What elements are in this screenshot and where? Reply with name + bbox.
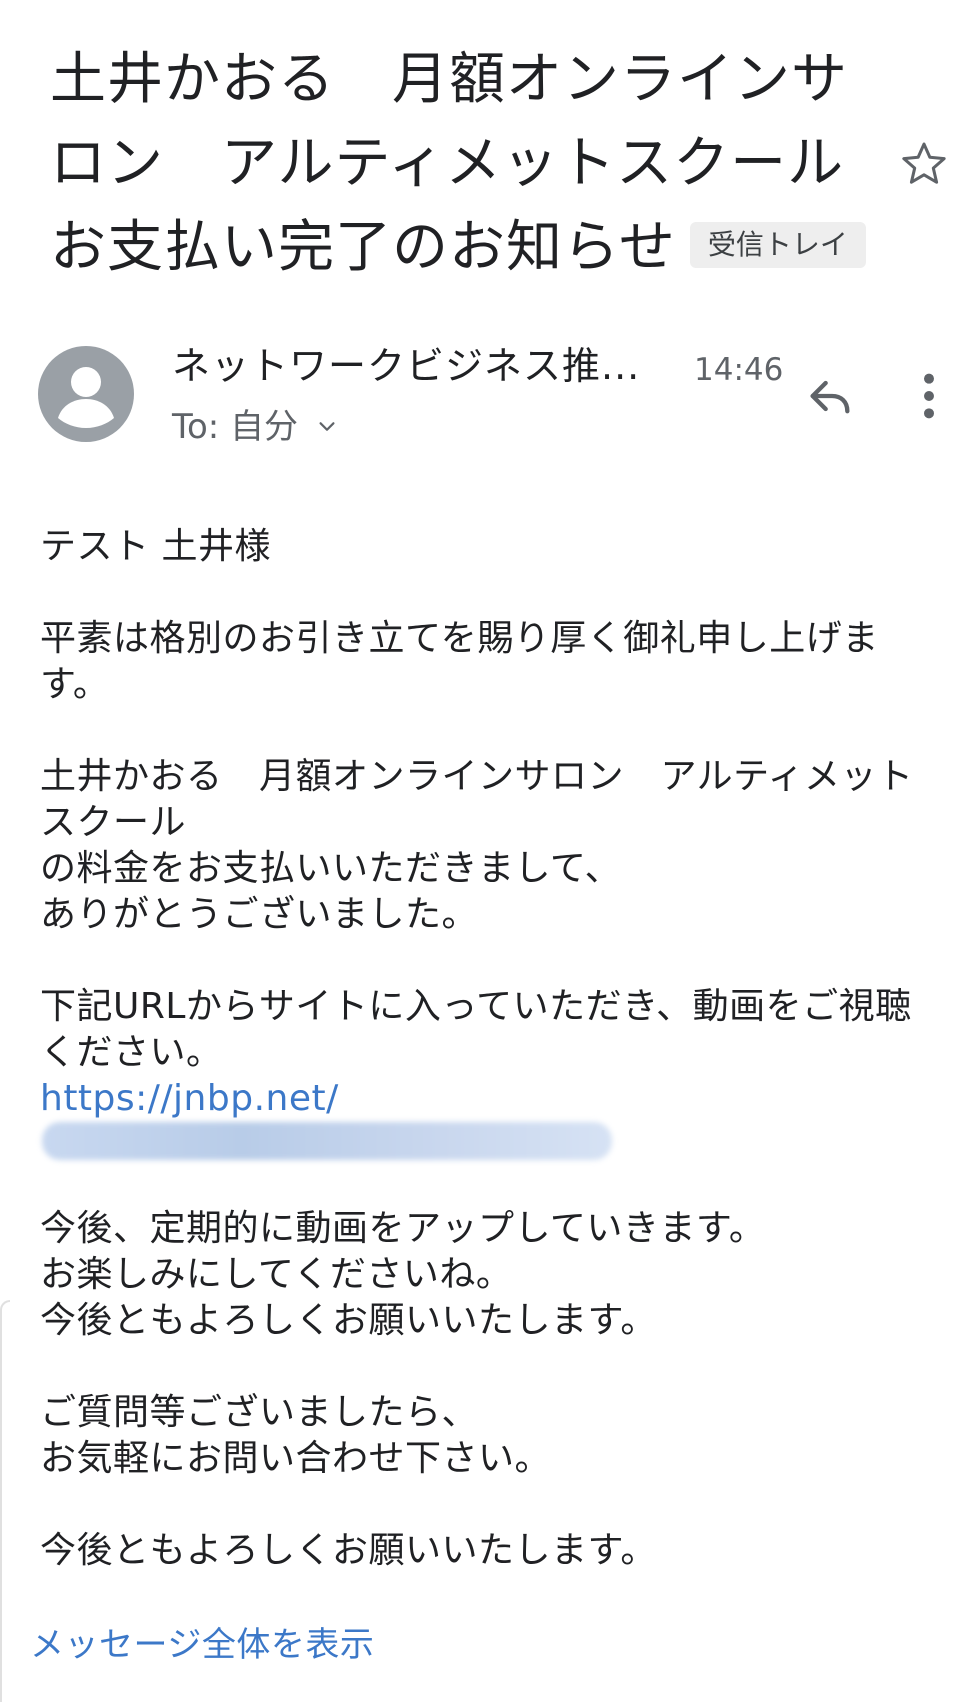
subject-line: お支払い完了のお知らせ 受信トレイ	[50, 206, 870, 290]
avatar-person-icon	[58, 367, 114, 428]
body-line: す。	[40, 664, 110, 705]
inbox-label-chip[interactable]: 受信トレイ	[689, 221, 866, 268]
star-icon[interactable]	[898, 138, 950, 190]
card-edge-divider	[0, 1300, 10, 1702]
sender-avatar[interactable]	[38, 346, 134, 442]
body-paragraph: 土井かおる 月額オンラインサロン アルティメット スクール の料金をお支払いいた…	[40, 754, 940, 938]
more-vert-icon[interactable]	[916, 370, 942, 422]
body-line: ご質問等ございましたら、	[40, 1392, 479, 1433]
show-full-message-link[interactable]: メッセージ全体を表示	[30, 1622, 374, 1668]
reply-icon[interactable]	[804, 370, 856, 422]
body-line: の料金をお支払いいただきまして、	[40, 848, 622, 889]
body-line: 平素は格別のお引き立てを賜り厚く御礼申し上げま	[40, 618, 879, 659]
redacted-url-path	[42, 1122, 612, 1160]
body-paragraph: ご質問等ございましたら、 お気軽にお問い合わせ下さい。	[40, 1390, 940, 1482]
body-line: お気軽にお問い合わせ下さい。	[40, 1438, 552, 1479]
body-paragraph: 今後、定期的に動画をアップしていきます。 お楽しみにしてくださいね。 今後ともよ…	[40, 1206, 940, 1344]
email-subject: 土井かおる 月額オンラインサ ロン アルティメットスクール お支払い完了のお知ら…	[50, 38, 870, 290]
subject-line-text: お支払い完了のお知らせ	[50, 215, 676, 280]
body-line: 下記URLからサイトに入っていただき、動画をご視聴	[40, 986, 912, 1027]
url-line: https://jnbp.net/	[40, 1076, 940, 1160]
subject-line: 土井かおる 月額オンラインサ	[50, 47, 848, 112]
received-time: 14:46	[694, 352, 784, 388]
body-line: ありがとうございました。	[40, 894, 479, 935]
body-paragraph: 平素は格別のお引き立てを賜り厚く御礼申し上げま す。	[40, 616, 940, 708]
body-line: スクール	[40, 802, 187, 843]
recipient-details-toggle[interactable]: To: 自分	[172, 404, 338, 450]
body-line: 土井かおる 月額オンラインサロン アルティメット	[40, 756, 914, 797]
body-line: 今後ともよろしくお願いいたします。	[40, 1300, 657, 1341]
body-line: 今後ともよろしくお願いいたします。	[40, 1530, 657, 1571]
body-line: 今後、定期的に動画をアップしていきます。	[40, 1208, 766, 1249]
body-paragraph: 下記URLからサイトに入っていただき、動画をご視聴 ください。 https://…	[40, 984, 940, 1160]
site-url-link[interactable]: https://jnbp.net/	[40, 1078, 339, 1119]
recipient-text: To: 自分	[172, 407, 299, 447]
email-body: テスト 土井様 平素は格別のお引き立てを賜り厚く御礼申し上げま す。 土井かおる…	[40, 524, 940, 1620]
body-line: テスト 土井様	[40, 526, 271, 567]
closing: 今後ともよろしくお願いいたします。	[40, 1528, 940, 1574]
sender-name[interactable]: ネットワークビジネス推...	[172, 342, 640, 390]
greeting: テスト 土井様	[40, 524, 940, 570]
chevron-down-icon	[319, 422, 335, 431]
body-line: ください。	[40, 1032, 223, 1073]
subject-line: ロン アルティメットスクール	[50, 131, 845, 196]
body-line: お楽しみにしてくださいね。	[40, 1254, 513, 1295]
